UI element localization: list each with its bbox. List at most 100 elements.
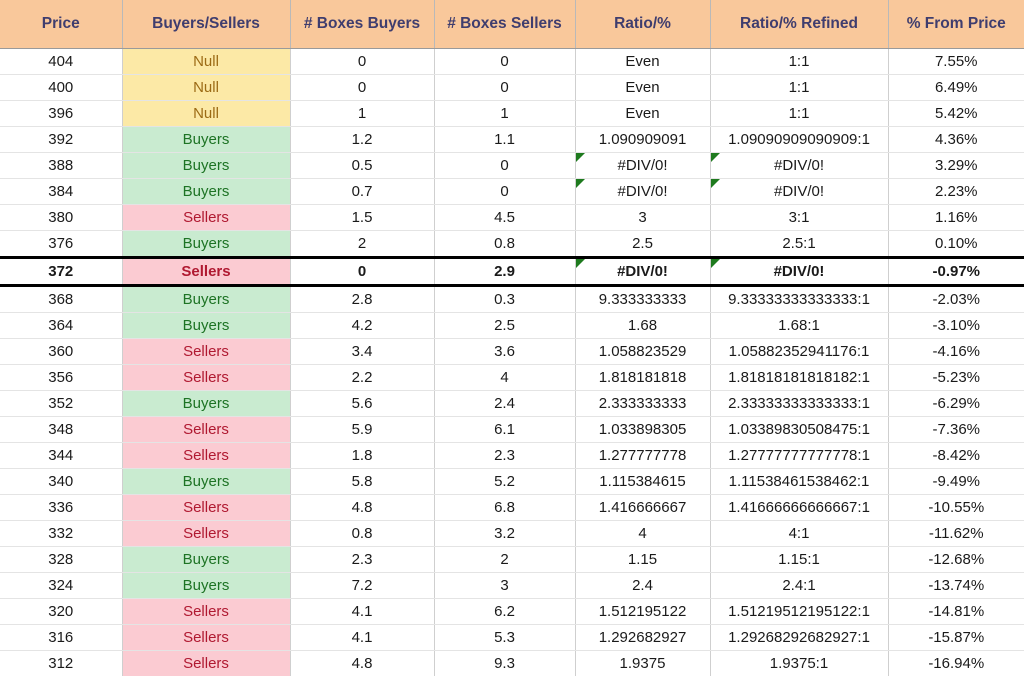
cell-boxes-sellers[interactable]: 5.3	[434, 625, 575, 651]
cell-ratio-refined[interactable]: 1.51219512195122:1	[710, 599, 888, 625]
cell-buyers-sellers[interactable]: Sellers	[122, 625, 290, 651]
cell-boxes-buyers[interactable]: 3.4	[290, 339, 434, 365]
cell-pct-from-price[interactable]: -7.36%	[888, 417, 1024, 443]
cell-price[interactable]: 316	[0, 625, 122, 651]
column-header-boxes-sellers[interactable]: # Boxes Sellers	[434, 0, 575, 49]
cell-buyers-sellers[interactable]: Buyers	[122, 313, 290, 339]
cell-ratio[interactable]: 3	[575, 205, 710, 231]
cell-boxes-sellers[interactable]: 6.1	[434, 417, 575, 443]
cell-ratio[interactable]: 1.9375	[575, 651, 710, 676]
cell-boxes-buyers[interactable]: 1.5	[290, 205, 434, 231]
cell-boxes-buyers[interactable]: 0.8	[290, 521, 434, 547]
cell-ratio-refined[interactable]: 1.41666666666667:1	[710, 495, 888, 521]
column-header-buyers-sellers[interactable]: Buyers/Sellers	[122, 0, 290, 49]
cell-boxes-sellers[interactable]: 1.1	[434, 127, 575, 153]
cell-price[interactable]: 388	[0, 153, 122, 179]
table-row[interactable]: 372Sellers02.9#DIV/0!#DIV/0!-0.97%	[0, 258, 1024, 286]
table-row[interactable]: 348Sellers5.96.11.0338983051.03389830508…	[0, 417, 1024, 443]
cell-pct-from-price[interactable]: -6.29%	[888, 391, 1024, 417]
cell-pct-from-price[interactable]: -3.10%	[888, 313, 1024, 339]
cell-ratio[interactable]: 1.033898305	[575, 417, 710, 443]
cell-pct-from-price[interactable]: 2.23%	[888, 179, 1024, 205]
cell-boxes-buyers[interactable]: 2.3	[290, 547, 434, 573]
cell-boxes-buyers[interactable]: 4.1	[290, 599, 434, 625]
cell-ratio[interactable]: 9.333333333	[575, 286, 710, 313]
table-row[interactable]: 392Buyers1.21.11.0909090911.090909090909…	[0, 127, 1024, 153]
cell-buyers-sellers[interactable]: Buyers	[122, 127, 290, 153]
cell-ratio[interactable]: 1.416666667	[575, 495, 710, 521]
cell-pct-from-price[interactable]: 6.49%	[888, 75, 1024, 101]
cell-pct-from-price[interactable]: -10.55%	[888, 495, 1024, 521]
cell-pct-from-price[interactable]: 5.42%	[888, 101, 1024, 127]
cell-buyers-sellers[interactable]: Buyers	[122, 179, 290, 205]
cell-boxes-buyers[interactable]: 5.8	[290, 469, 434, 495]
cell-boxes-buyers[interactable]: 5.9	[290, 417, 434, 443]
cell-price[interactable]: 312	[0, 651, 122, 676]
cell-price[interactable]: 396	[0, 101, 122, 127]
cell-boxes-buyers[interactable]: 2	[290, 231, 434, 258]
cell-ratio-refined[interactable]: #DIV/0!	[710, 153, 888, 179]
cell-buyers-sellers[interactable]: Null	[122, 75, 290, 101]
cell-boxes-sellers[interactable]: 6.2	[434, 599, 575, 625]
cell-ratio-refined[interactable]: 2.4:1	[710, 573, 888, 599]
cell-boxes-buyers[interactable]: 2.8	[290, 286, 434, 313]
cell-price[interactable]: 348	[0, 417, 122, 443]
cell-ratio-refined[interactable]: 1.03389830508475:1	[710, 417, 888, 443]
cell-buyers-sellers[interactable]: Sellers	[122, 339, 290, 365]
cell-ratio-refined[interactable]: 1.81818181818182:1	[710, 365, 888, 391]
cell-price[interactable]: 376	[0, 231, 122, 258]
cell-boxes-sellers[interactable]: 0	[434, 153, 575, 179]
cell-buyers-sellers[interactable]: Sellers	[122, 417, 290, 443]
cell-boxes-buyers[interactable]: 0.7	[290, 179, 434, 205]
cell-price[interactable]: 324	[0, 573, 122, 599]
cell-pct-from-price[interactable]: -11.62%	[888, 521, 1024, 547]
cell-pct-from-price[interactable]: -12.68%	[888, 547, 1024, 573]
table-row[interactable]: 356Sellers2.241.8181818181.8181818181818…	[0, 365, 1024, 391]
cell-price[interactable]: 400	[0, 75, 122, 101]
table-row[interactable]: 368Buyers2.80.39.3333333339.333333333333…	[0, 286, 1024, 313]
cell-buyers-sellers[interactable]: Sellers	[122, 258, 290, 286]
cell-boxes-sellers[interactable]: 4.5	[434, 205, 575, 231]
table-row[interactable]: 384Buyers0.70#DIV/0!#DIV/0!2.23%	[0, 179, 1024, 205]
column-header-pct-from-price[interactable]: % From Price	[888, 0, 1024, 49]
cell-ratio-refined[interactable]: 1:1	[710, 49, 888, 75]
cell-pct-from-price[interactable]: 4.36%	[888, 127, 1024, 153]
cell-boxes-buyers[interactable]: 0	[290, 258, 434, 286]
cell-price[interactable]: 380	[0, 205, 122, 231]
cell-boxes-buyers[interactable]: 0	[290, 75, 434, 101]
cell-ratio[interactable]: 1.292682927	[575, 625, 710, 651]
cell-ratio-refined[interactable]: #DIV/0!	[710, 179, 888, 205]
cell-ratio-refined[interactable]: 2.33333333333333:1	[710, 391, 888, 417]
column-header-ratio-refined[interactable]: Ratio/% Refined	[710, 0, 888, 49]
cell-ratio[interactable]: #DIV/0!	[575, 258, 710, 286]
cell-ratio[interactable]: 1.277777778	[575, 443, 710, 469]
cell-pct-from-price[interactable]: 1.16%	[888, 205, 1024, 231]
cell-boxes-sellers[interactable]: 9.3	[434, 651, 575, 676]
cell-ratio-refined[interactable]: 1.09090909090909:1	[710, 127, 888, 153]
cell-price[interactable]: 332	[0, 521, 122, 547]
column-header-ratio[interactable]: Ratio/%	[575, 0, 710, 49]
cell-ratio[interactable]: #DIV/0!	[575, 179, 710, 205]
cell-pct-from-price[interactable]: -16.94%	[888, 651, 1024, 676]
cell-boxes-sellers[interactable]: 0.8	[434, 231, 575, 258]
table-row[interactable]: 400Null00Even1:16.49%	[0, 75, 1024, 101]
cell-boxes-buyers[interactable]: 2.2	[290, 365, 434, 391]
cell-price[interactable]: 352	[0, 391, 122, 417]
market-depth-table[interactable]: Price Buyers/Sellers # Boxes Buyers # Bo…	[0, 0, 1024, 676]
table-row[interactable]: 340Buyers5.85.21.1153846151.115384615384…	[0, 469, 1024, 495]
cell-pct-from-price[interactable]: -15.87%	[888, 625, 1024, 651]
table-row[interactable]: 376Buyers20.82.52.5:10.10%	[0, 231, 1024, 258]
cell-ratio[interactable]: 2.333333333	[575, 391, 710, 417]
cell-boxes-buyers[interactable]: 1.8	[290, 443, 434, 469]
cell-buyers-sellers[interactable]: Buyers	[122, 573, 290, 599]
cell-ratio[interactable]: 1.090909091	[575, 127, 710, 153]
cell-ratio[interactable]: 2.4	[575, 573, 710, 599]
cell-boxes-sellers[interactable]: 0	[434, 75, 575, 101]
cell-boxes-sellers[interactable]: 3	[434, 573, 575, 599]
cell-buyers-sellers[interactable]: Buyers	[122, 153, 290, 179]
cell-price[interactable]: 328	[0, 547, 122, 573]
cell-boxes-buyers[interactable]: 5.6	[290, 391, 434, 417]
cell-boxes-buyers[interactable]: 1.2	[290, 127, 434, 153]
cell-boxes-sellers[interactable]: 2.5	[434, 313, 575, 339]
cell-buyers-sellers[interactable]: Sellers	[122, 205, 290, 231]
